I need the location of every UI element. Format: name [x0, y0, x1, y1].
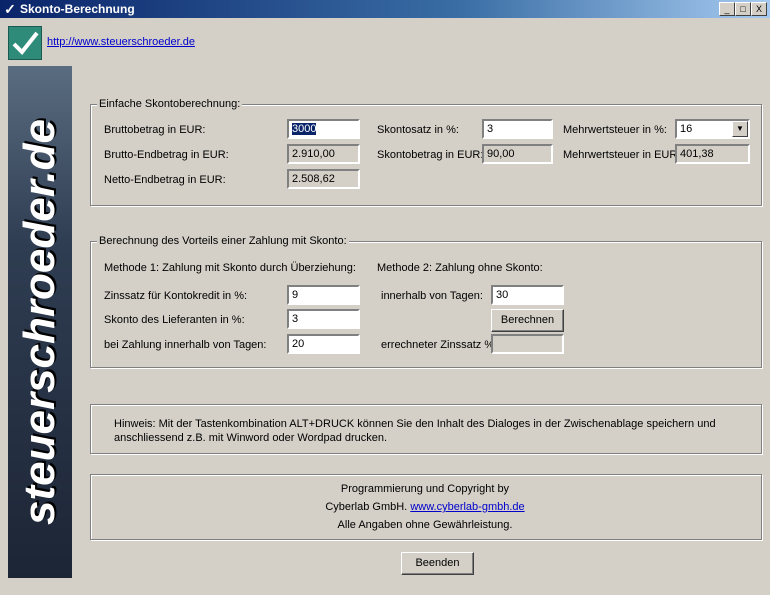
supplier-discount-input[interactable]: 3: [287, 309, 360, 329]
checkmark-logo-icon: [8, 26, 42, 60]
interest-rate-input[interactable]: 9: [287, 285, 360, 305]
window-title: Skonto-Berechnung: [20, 2, 135, 16]
calculated-rate-label: errechneter Zinssatz %: [381, 339, 495, 351]
net-final-output: 2.508,62: [287, 169, 360, 189]
calculated-rate-output: [491, 334, 564, 354]
net-final-label: Netto-Endbetrag in EUR:: [104, 174, 226, 186]
sidebar-banner: steuerschroeder.de: [8, 66, 72, 578]
method1-title: Methode 1: Zahlung mit Skonto durch Über…: [104, 262, 356, 274]
gross-amount-label: Bruttobetrag in EUR:: [104, 124, 206, 136]
sidebar-brand-text: steuerschroeder.de: [15, 119, 64, 525]
disclaimer-text: Alle Angaben ohne Gewährleistung.: [337, 519, 513, 531]
supplier-discount-label: Skonto des Lieferanten in %:: [104, 314, 245, 326]
hint-text: Hinweis: Mit der Tastenkombination ALT+D…: [114, 418, 716, 444]
copyright-line1: Programmierung und Copyright by: [340, 483, 510, 495]
copyright-line2: Cyberlab GmbH. www.cyberlab-gmbh.de: [90, 501, 760, 513]
discount-rate-input[interactable]: 3: [482, 119, 553, 139]
website-link[interactable]: http://www.steuerschroeder.de: [47, 36, 195, 48]
vat-amount-label: Mehrwertsteuer in EUR:: [563, 149, 681, 161]
interest-rate-label: Zinssatz für Kontokredit in %:: [104, 290, 248, 302]
vat-amount-output: 401,38: [675, 144, 750, 164]
gross-final-output: 2.910,00: [287, 144, 360, 164]
discount-amount-label: Skontobetrag in EUR:: [377, 149, 484, 161]
group-title: Berechnung des Vorteils einer Zahlung mi…: [97, 235, 349, 247]
company-website-link[interactable]: www.cyberlab-gmbh.de: [410, 501, 524, 513]
exit-button[interactable]: Beenden: [401, 552, 474, 575]
vat-rate-label: Mehrwertsteuer in %:: [563, 124, 667, 136]
maximize-button[interactable]: □: [735, 2, 751, 16]
gross-amount-input[interactable]: 3000: [287, 119, 360, 139]
vat-rate-value: 16: [680, 123, 693, 135]
payment-days-input[interactable]: 20: [287, 334, 360, 354]
group-title: Einfache Skontoberechnung:: [97, 98, 243, 110]
close-button[interactable]: X: [751, 2, 767, 16]
days-within-label: innerhalb von Tagen:: [381, 290, 483, 302]
title-bar: ✓ Skonto-Berechnung _ □ X: [0, 0, 770, 18]
days-within-input[interactable]: 30: [491, 285, 564, 305]
minimize-button[interactable]: _: [719, 2, 735, 16]
method2-title: Methode 2: Zahlung ohne Skonto:: [377, 262, 543, 274]
payment-days-label: bei Zahlung innerhalb von Tagen:: [104, 339, 267, 351]
discount-amount-output: 90,00: [482, 144, 553, 164]
calculate-button[interactable]: Berechnen: [491, 309, 564, 332]
chevron-down-icon[interactable]: ▼: [732, 121, 748, 137]
discount-rate-label: Skontosatz in %:: [377, 124, 459, 136]
app-check-icon: ✓: [4, 1, 16, 17]
company-name: Cyberlab GmbH.: [325, 501, 408, 513]
gross-final-label: Brutto-Endbetrag in EUR:: [104, 149, 229, 161]
vat-rate-select[interactable]: 16 ▼: [675, 119, 750, 139]
